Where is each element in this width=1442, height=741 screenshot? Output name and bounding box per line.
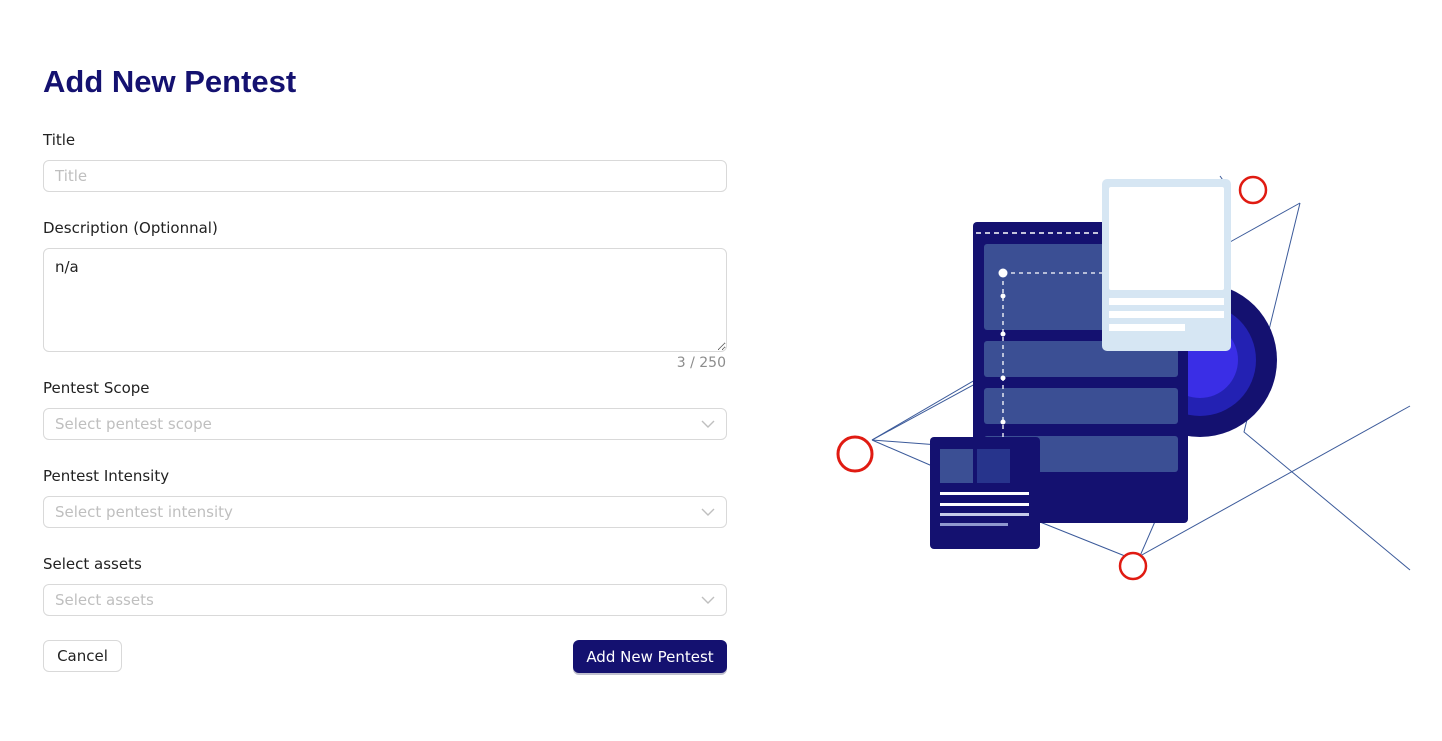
- intensity-select-placeholder: Select pentest intensity: [55, 503, 233, 521]
- page-title: Add New Pentest: [43, 64, 297, 99]
- red-ring-shape: [1238, 175, 1268, 205]
- description-label: Description (Optionnal): [43, 219, 218, 237]
- red-ring-shape: [836, 435, 874, 473]
- assets-select[interactable]: Select assets: [43, 584, 727, 616]
- chevron-down-icon: [701, 417, 715, 431]
- scope-select[interactable]: Select pentest scope: [43, 408, 727, 440]
- intensity-select[interactable]: Select pentest intensity: [43, 496, 727, 528]
- assets-select-placeholder: Select assets: [55, 591, 154, 609]
- title-input[interactable]: [43, 160, 727, 192]
- scope-select-placeholder: Select pentest scope: [55, 415, 212, 433]
- red-ring-shape: [1118, 551, 1148, 581]
- add-pentest-page: Add New Pentest Title Description (Optio…: [0, 0, 1442, 741]
- add-new-pentest-button[interactable]: Add New Pentest: [573, 640, 727, 673]
- assets-label: Select assets: [43, 555, 142, 573]
- chevron-down-icon: [701, 593, 715, 607]
- intensity-label: Pentest Intensity: [43, 467, 170, 485]
- scope-label: Pentest Scope: [43, 379, 150, 397]
- cancel-button[interactable]: Cancel: [43, 640, 122, 672]
- description-char-counter: 3 / 250: [676, 355, 726, 371]
- title-label: Title: [43, 131, 76, 149]
- panel-block-shape: [984, 388, 1178, 424]
- pentest-illustration: [836, 175, 1411, 581]
- chevron-down-icon: [701, 505, 715, 519]
- description-textarea[interactable]: n/a: [43, 248, 727, 352]
